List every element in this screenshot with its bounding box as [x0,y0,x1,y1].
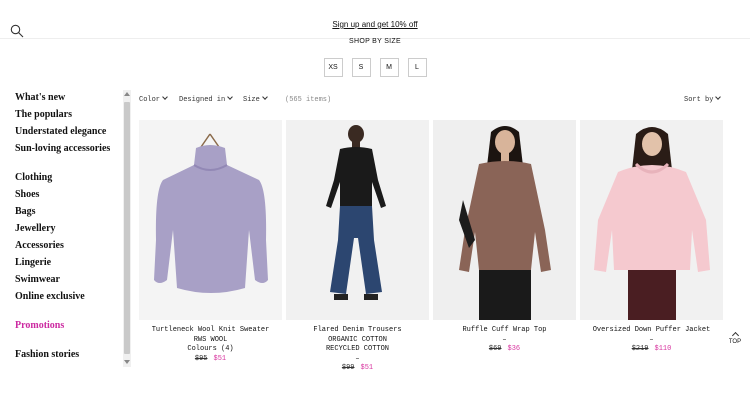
puffer-jacket-image [580,120,723,320]
product-detail: – [649,335,654,344]
sidebar-item-sun-loving-accessories[interactable]: Sun-loving accessories [15,143,110,154]
chevron-down-icon [261,94,268,100]
sidebar-item-jewellery[interactable]: Jewellery [15,223,56,234]
sweater-image [139,120,282,320]
product-name[interactable]: Oversized Down Puffer Jacket [580,326,723,336]
product-material: RWS WOOL [193,335,228,344]
product-name[interactable]: Ruffle Cuff Wrap Top [433,326,576,336]
product-image[interactable] [139,120,282,320]
sidebar-scrollbar[interactable] [123,90,131,367]
sidebar-item-whats-new[interactable]: What's new [15,92,65,103]
size-filter[interactable]: Size [243,94,268,104]
product-image[interactable] [580,120,723,320]
back-to-top-button[interactable]: TOP [727,331,743,345]
product-image[interactable] [433,120,576,320]
chevron-down-icon [227,94,234,100]
product-detail: – [502,335,507,344]
chevron-up-icon [731,331,739,340]
price-row: $99 $51 [286,364,429,374]
product-detail: – [355,354,360,363]
sidebar-item-shoes[interactable]: Shoes [15,189,39,200]
sidebar-item-promotions[interactable]: Promotions [15,320,64,331]
back-to-top-label: TOP [728,339,742,345]
sidebar-item-accessories[interactable]: Accessories [15,240,64,251]
product-name[interactable]: Flared Denim Trousers [286,326,429,336]
product-material: ORGANIC COTTON [328,335,387,344]
chevron-down-icon [715,94,722,100]
original-price: $219 [631,345,649,353]
product-card[interactable]: Flared Denim Trousers ORGANIC COTTON REC… [286,120,429,374]
product-colours[interactable]: Colours (4) [139,345,282,355]
price-row: $95 $51 [139,355,282,365]
size-selector: XS S M L [0,58,750,77]
product-name[interactable]: Turtleneck Wool Knit Sweater [139,326,282,336]
size-button-l[interactable]: L [407,58,427,77]
product-card[interactable]: Turtleneck Wool Knit Sweater RWS WOOL Co… [139,120,282,364]
original-price: $69 [488,345,502,353]
sidebar-item-clothing[interactable]: Clothing [15,172,52,183]
scrollbar-thumb[interactable] [124,102,130,354]
chevron-down-icon [162,94,168,100]
shop-by-size-heading: SHOP BY SIZE [349,38,401,45]
original-price: $99 [341,364,355,372]
price-row: $219 $110 [580,345,723,355]
sale-price: $51 [213,354,227,363]
color-filter-label: Color [139,96,161,104]
product-card[interactable]: Oversized Down Puffer Jacket – $219 $110 [580,120,723,355]
sidebar-item-fashion-stories[interactable]: Fashion stories [15,349,79,360]
product-material: RECYCLED COTTON [325,345,389,353]
size-button-s[interactable]: S [351,58,371,77]
sale-price: $51 [360,364,374,372]
size-button-m[interactable]: M [379,58,399,77]
sale-price: $110 [654,345,672,353]
sale-price: $36 [507,345,521,353]
sidebar-item-online-exclusive[interactable]: Online exclusive [15,291,85,302]
original-price: $95 [194,354,208,363]
product-card[interactable]: Ruffle Cuff Wrap Top – $69 $36 [433,120,576,355]
denim-trousers-image [286,120,429,320]
wrap-top-image [433,120,576,320]
sidebar-item-swimwear[interactable]: Swimwear [15,274,60,285]
sort-by-dropdown[interactable]: Sort by [684,94,722,104]
scroll-down-arrow-icon[interactable] [124,360,130,364]
sidebar-item-understated-elegance[interactable]: Understated elegance [15,126,106,137]
sidebar-item-lingerie[interactable]: Lingerie [15,257,51,268]
designed-in-filter[interactable]: Designed in [179,94,234,104]
sort-by-label: Sort by [684,96,714,104]
sidebar-item-bags[interactable]: Bags [15,206,36,217]
designed-in-filter-label: Designed in [179,96,226,104]
size-button-xs[interactable]: XS [323,58,343,77]
items-count: (565 items) [285,96,332,104]
signup-promo-link[interactable]: Sign up and get 10% off [0,20,750,29]
sidebar-item-the-populars[interactable]: The populars [15,109,72,120]
price-row: $69 $36 [433,345,576,355]
product-image[interactable] [286,120,429,320]
color-filter[interactable]: Color [139,94,168,104]
size-filter-label: Size [243,96,260,104]
scroll-up-arrow-icon[interactable] [124,92,130,96]
